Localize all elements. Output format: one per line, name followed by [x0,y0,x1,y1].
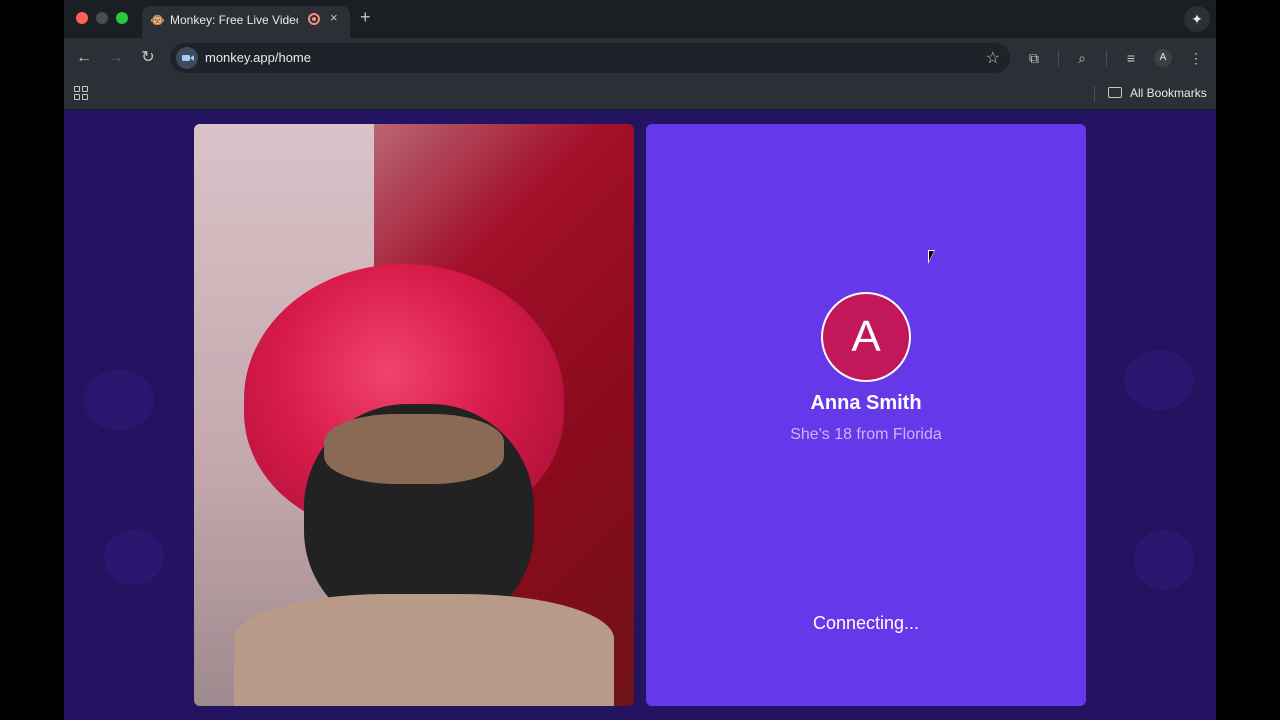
tab-strip: 🐵 Monkey: Free Live Video Chat × + ✦ [64,0,1216,38]
forward-arrow-icon[interactable]: → [106,48,126,68]
remote-user-info: She's 18 from Florida [790,426,942,443]
video-subject [324,414,504,484]
toolbar-divider [1058,50,1059,66]
address-bar[interactable]: monkey.app/home ☆ [170,43,1010,73]
folder-icon [1108,87,1122,98]
extensions-puzzle-icon[interactable]: ⧉ [1024,48,1044,68]
gemini-sparkle-icon[interactable]: ✦ [1184,6,1210,32]
connection-status: Connecting... [812,613,920,633]
media-controls-icon[interactable]: ≡ [1121,48,1141,68]
page-content: A Anna Smith She's 18 from Florida Conne… [64,110,1216,720]
profile-avatar[interactable]: A [1154,49,1172,67]
tab-close-icon[interactable]: × [330,10,338,25]
url-text[interactable]: monkey.app/home [205,50,311,65]
apps-grid-icon[interactable] [74,86,88,100]
background-blob [1124,350,1194,410]
browser-tab-monkey[interactable]: 🐵 Monkey: Free Live Video Chat × [142,6,350,38]
browser-window: 🐵 Monkey: Free Live Video Chat × + ✦ ← →… [64,0,1216,720]
recording-indicator-icon [308,13,320,25]
background-blob [104,530,164,585]
background-blob [1134,530,1194,590]
tab-title: Monkey: Free Live Video Chat [170,13,298,27]
remote-user-panel: A Anna Smith She's 18 from Florida Conne… [646,124,1086,706]
site-camera-icon[interactable] [176,47,198,69]
tab-search-icon[interactable]: ⌕ [1072,48,1092,68]
mouse-cursor-icon [928,250,935,264]
reload-icon[interactable]: ↻ [138,48,158,68]
local-video-feed [194,124,634,706]
toolbar-divider [1106,50,1107,66]
minimize-window-button[interactable] [96,12,108,24]
all-bookmarks-button[interactable]: All Bookmarks [1108,86,1207,100]
all-bookmarks-label: All Bookmarks [1130,86,1207,100]
remote-user-avatar: A [821,292,911,382]
new-tab-button[interactable]: + [360,7,371,27]
close-window-button[interactable] [76,12,88,24]
video-subject [234,594,614,706]
monkey-favicon-icon: 🐵 [150,13,165,27]
back-arrow-icon[interactable]: ← [74,48,94,68]
remote-user-name: Anna Smith [810,392,922,414]
browser-toolbar: ← → ↻ monkey.app/home ☆ ⧉ ⌕ ≡ A ⋮ [64,38,1216,78]
bookmark-star-icon[interactable]: ☆ [986,48,1000,68]
more-menu-icon[interactable]: ⋮ [1186,48,1206,68]
background-blob [84,370,154,430]
bookmarks-bar: All Bookmarks [64,78,1216,110]
maximize-window-button[interactable] [116,12,128,24]
bookmarks-divider [1094,86,1095,102]
